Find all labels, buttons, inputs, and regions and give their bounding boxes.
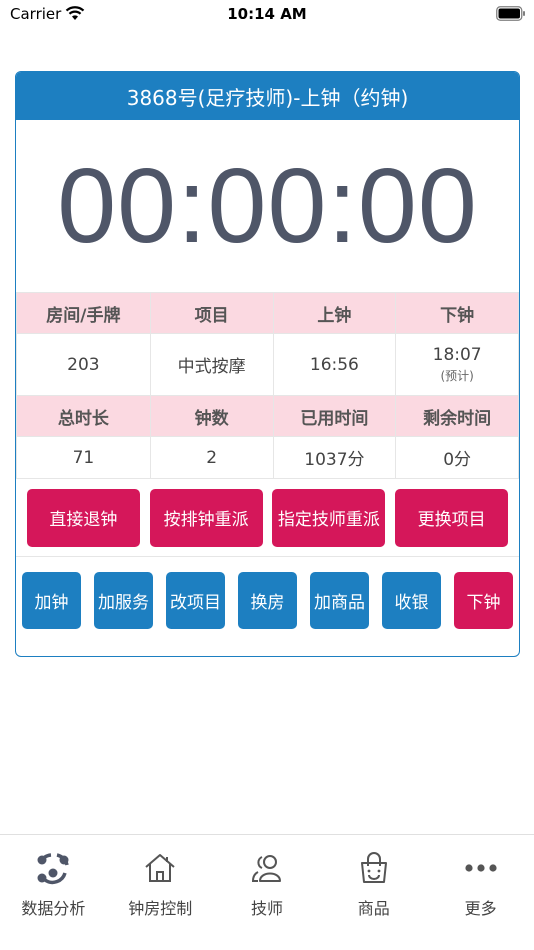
clock-count-value: 2 (149, 436, 274, 479)
header-start: 上钟 (272, 292, 397, 334)
header-remaining-time: 剩余时间 (395, 395, 519, 437)
battery-icon (496, 6, 525, 21)
header-used-time: 已用时间 (272, 395, 397, 437)
tab-room-control[interactable]: 钟房控制 (107, 835, 214, 950)
table-row: 203 中式按摩 16:56 18:07 (预计) (16, 333, 519, 396)
timer-area: 00:00:00 (16, 120, 519, 292)
end-time-value: 18:07 (432, 345, 482, 365)
checkout-button[interactable]: 收银 (382, 572, 441, 629)
users-icon (251, 855, 281, 882)
header-room: 房间/手牌 (16, 292, 151, 334)
tab-analytics-label: 数据分析 (21, 899, 86, 918)
change-project-button[interactable]: 更换项目 (395, 488, 509, 547)
clock: 10:14 AM (227, 5, 307, 23)
tab-products[interactable]: 商品 (320, 835, 427, 950)
reassign-by-queue-button[interactable]: 按排钟重派 (149, 488, 263, 547)
room-value: 203 (16, 333, 151, 396)
tab-more-label: 更多 (464, 899, 497, 918)
analytics-icon (37, 853, 70, 885)
add-service-button[interactable]: 加服务 (94, 572, 153, 629)
reassign-to-technician-button[interactable]: 指定技师重派 (272, 488, 386, 547)
direct-return-button[interactable]: 直接退钟 (26, 488, 140, 547)
tab-room-control-label: 钟房控制 (128, 899, 193, 918)
end-clock-button[interactable]: 下钟 (454, 572, 513, 629)
table-header-row: 房间/手牌 项目 上钟 下钟 (16, 292, 519, 334)
tab-technician[interactable]: 技师 (214, 835, 321, 950)
remaining-time-value: 0分 (395, 436, 519, 479)
shopping-bag-icon (360, 852, 387, 883)
status-bar: Carrier 10:14 AM (0, 0, 534, 28)
more-icon (464, 864, 497, 872)
end-time-note: (预计) (440, 369, 474, 383)
session-info-table: 房间/手牌 项目 上钟 下钟 203 中式按摩 16:56 18:07 (预计)… (16, 292, 519, 479)
tab-analytics[interactable]: 数据分析 (0, 835, 107, 950)
change-room-button[interactable]: 换房 (238, 572, 297, 629)
home-icon (145, 854, 175, 882)
add-clock-button[interactable]: 加钟 (22, 572, 81, 629)
technician-card: 3868号(足疗技师)-上钟（约钟) 00:00:00 房间/手牌 项目 上钟 … (15, 71, 520, 657)
table-row: 71 2 1037分 0分 (16, 436, 519, 479)
header-end: 下钟 (395, 292, 519, 334)
table-header-row: 总时长 钟数 已用时间 剩余时间 (16, 395, 519, 437)
start-time-value: 16:56 (272, 333, 397, 396)
project-value: 中式按摩 (149, 333, 274, 396)
tab-products-label: 商品 (357, 899, 390, 918)
end-time-cell: 18:07 (预计) (395, 333, 519, 396)
header-project: 项目 (149, 292, 274, 334)
tab-technician-label: 技师 (250, 899, 283, 918)
header-clock-count: 钟数 (149, 395, 274, 437)
modify-project-button[interactable]: 改项目 (166, 572, 225, 629)
total-duration-value: 71 (16, 436, 151, 479)
action-buttons-row: 直接退钟 按排钟重派 指定技师重派 更换项目 (16, 479, 519, 557)
add-product-button[interactable]: 加商品 (310, 572, 369, 629)
operation-buttons-row: 加钟 加服务 改项目 换房 加商品 收银 下钟 (16, 557, 519, 644)
tab-bar: 数据分析 钟房控制 技师 商品 更多 (0, 834, 534, 950)
used-time-value: 1037分 (272, 436, 397, 479)
card-title: 3868号(足疗技师)-上钟（约钟) (16, 72, 519, 120)
tab-more[interactable]: 更多 (427, 835, 534, 950)
elapsed-timer: 00:00:00 (57, 146, 478, 265)
header-total-duration: 总时长 (16, 395, 151, 437)
